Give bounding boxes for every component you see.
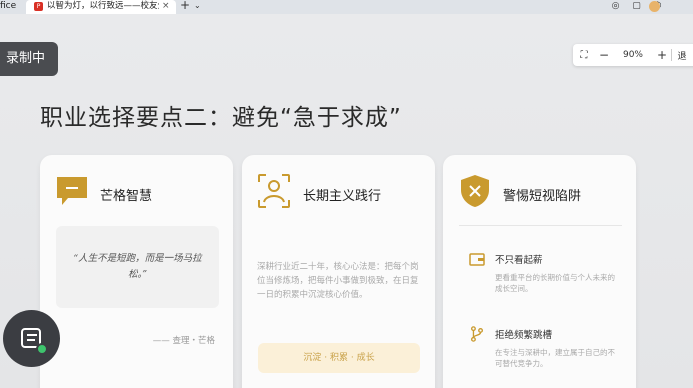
floating-notes-button[interactable]: [3, 310, 60, 367]
zoom-out-button[interactable]: −: [595, 48, 613, 62]
profile-avatar[interactable]: [649, 1, 660, 12]
item-description: 更看重平台的长期价值与个人未来的成长空间。: [495, 273, 615, 293]
quote-box: “人生不是短跑，而是一场马拉松。”: [56, 226, 219, 308]
card-title: 长期主义践行: [303, 189, 382, 204]
window-icon[interactable]: ▢: [631, 1, 642, 12]
card-munger-wisdom: 芒格智慧 “人生不是短跑，而是一场马拉松。” —— 查理・芒格: [40, 155, 233, 388]
card-title: 警惕短视陷阱: [503, 189, 582, 204]
card-long-termism: 长期主义践行 深耕行业近二十年，核心心法是：把每个岗位当修炼场，把每件小事做到极…: [242, 155, 435, 388]
slide-title: 职业选择要点二：避免“急于求成”: [40, 105, 402, 131]
card-avoid-short-sighted: 警惕短视陷阱 不只看起薪 更看重平台的长期价值与个人未来的成长空间。 拒绝频繁跳…: [443, 155, 636, 388]
chat-bubble-icon: [57, 177, 87, 205]
tab-list-chevron-icon[interactable]: ⌄: [194, 0, 201, 12]
exit-button[interactable]: 退: [672, 49, 692, 62]
item-title: 不只看起薪: [495, 255, 543, 266]
previous-tab[interactable]: fice: [0, 0, 16, 12]
tab-close-icon[interactable]: ×: [162, 0, 170, 12]
slide-viewer: 录制中 ⛶ − 90% + 退 职业选择要点二：避免“急于求成” 芒格智慧 “人…: [0, 14, 693, 388]
active-tab[interactable]: P 以智为灯，以行致远——校友分享 ×: [26, 0, 176, 14]
item-title: 拒绝频繁跳槽: [495, 330, 553, 341]
card-title: 芒格智慧: [100, 189, 153, 204]
quote-text: “人生不是短跑，而是一场马拉松。”: [73, 253, 202, 280]
item-description: 在专注与深耕中，建立属于自己的不可替代竞争力。: [495, 348, 615, 368]
copilot-icon[interactable]: ◎: [610, 1, 621, 12]
card-divider: [459, 225, 622, 226]
branch-icon: [471, 326, 484, 342]
quote-author: —— 查理・芒格: [152, 336, 215, 346]
shield-x-icon: [461, 175, 489, 207]
wallet-icon: [469, 253, 485, 266]
new-tab-button[interactable]: +: [180, 0, 190, 12]
person-focus-icon: [258, 174, 290, 208]
pdf-favicon-icon: P: [34, 2, 43, 11]
browser-tab-bar: fice P 以智为灯，以行致远——校友分享 × + ⌄ ◎ ▢ ⬡: [0, 0, 693, 14]
zoom-level: 90%: [622, 50, 643, 60]
card-description: 深耕行业近二十年，核心心法是：把每个岗位当修炼场，把每件小事做到极致，在日复一日…: [257, 262, 419, 300]
zoom-in-button[interactable]: +: [653, 48, 671, 62]
zoom-toolbar: ⛶ − 90% + 退: [573, 44, 693, 66]
keywords-banner: 沉淀 · 积累 · 成长: [258, 343, 420, 373]
status-dot: [36, 343, 48, 355]
notes-line: [27, 339, 35, 341]
recording-indicator-button[interactable]: 录制中: [0, 42, 58, 76]
fit-screen-icon[interactable]: ⛶: [573, 50, 595, 61]
notes-line: [27, 334, 37, 336]
active-tab-title: 以智为灯，以行致远——校友分享: [47, 1, 159, 11]
